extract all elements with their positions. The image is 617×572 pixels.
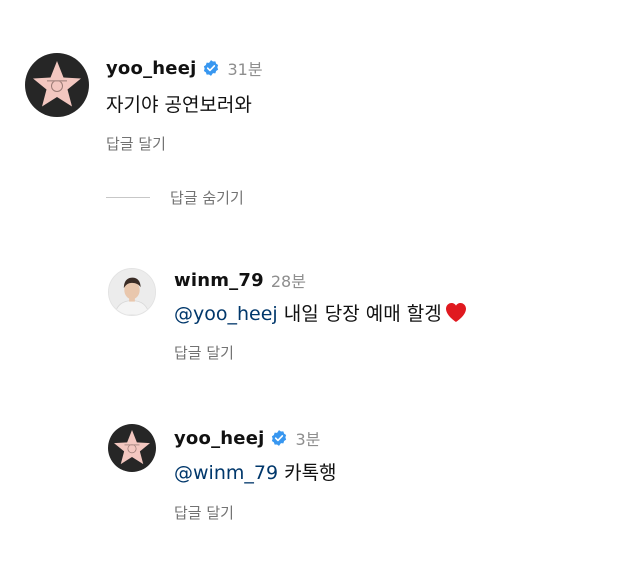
username[interactable]: winm_79	[174, 270, 264, 291]
profile-photo	[109, 269, 155, 315]
hollywood-star-icon	[33, 61, 81, 107]
comment-text-body: 내일 당장 예매 할겡	[283, 303, 442, 325]
comment-text-body: 카톡행	[284, 462, 337, 484]
red-heart-icon	[444, 301, 468, 323]
timestamp[interactable]: 3분	[295, 426, 320, 450]
timestamp[interactable]: 28분	[271, 268, 306, 292]
reply-button[interactable]: 답글 달기	[174, 502, 234, 523]
username[interactable]: yoo_heej	[174, 428, 264, 449]
avatar[interactable]	[108, 268, 156, 316]
mention-link[interactable]: @yoo_heej	[174, 303, 278, 325]
comment-header: winm_79 28분	[174, 268, 306, 292]
avatar[interactable]	[108, 424, 156, 472]
timestamp[interactable]: 31분	[227, 56, 262, 80]
mention-link[interactable]: @winm_79	[174, 462, 278, 484]
verified-badge-icon	[270, 429, 288, 447]
comment-text: 자기야 공연보러와	[106, 94, 252, 116]
hollywood-star-icon	[114, 430, 150, 465]
reply-button[interactable]: 답글 달기	[174, 342, 234, 363]
reply-button[interactable]: 답글 달기	[106, 133, 166, 154]
hide-replies-label: 답글 숨기기	[170, 189, 244, 207]
comment-header: yoo_heej 31분	[106, 56, 263, 80]
hide-replies-button[interactable]: 답글 숨기기	[106, 187, 244, 208]
verified-badge-icon	[202, 59, 220, 77]
comment-text: @winm_79 카톡행	[174, 458, 337, 485]
avatar[interactable]	[25, 53, 89, 117]
divider	[106, 197, 150, 198]
username[interactable]: yoo_heej	[106, 58, 196, 79]
comment-text: @yoo_heej 내일 당장 예매 할겡	[174, 299, 468, 326]
comment-header: yoo_heej 3분	[174, 426, 320, 450]
